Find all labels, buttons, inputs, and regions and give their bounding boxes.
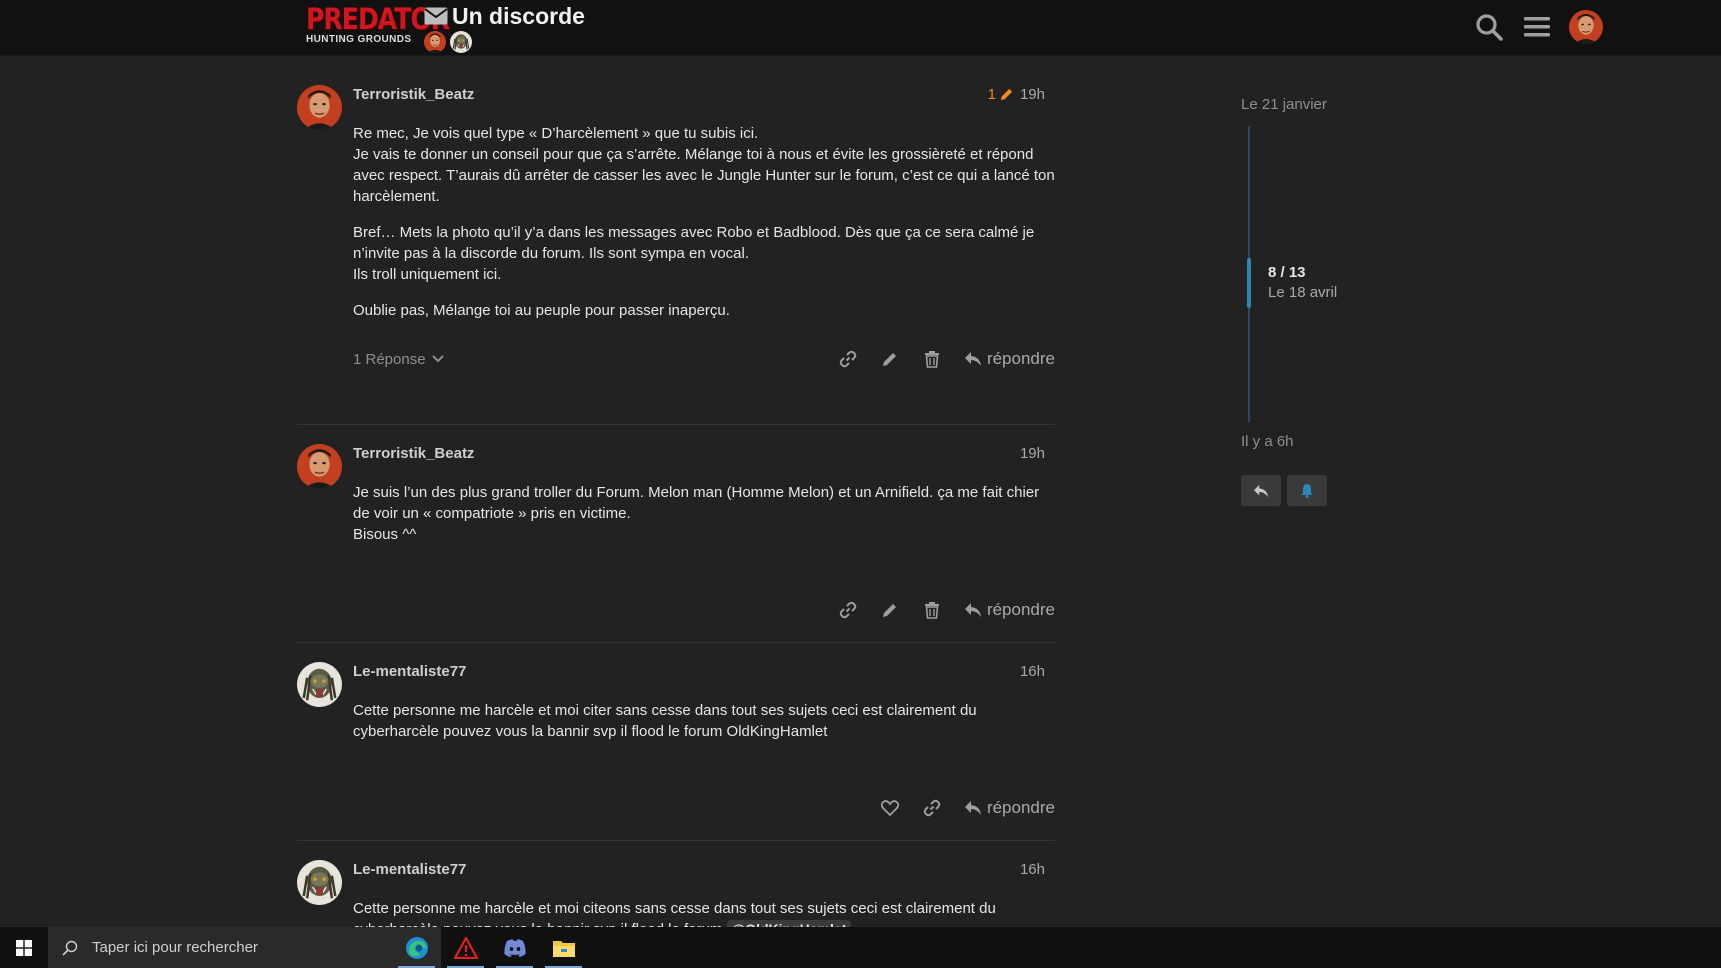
timeline-position: 8 / 13 Le 18 avril [1268, 264, 1337, 301]
windows-start-button[interactable] [0, 927, 48, 968]
post-username[interactable]: Terroristik_Beatz [353, 86, 474, 103]
post-paragraph: Je suis l’un des plus grand troller du F… [353, 484, 1040, 543]
bell-icon [1300, 483, 1314, 498]
post-actions: répondre [353, 595, 1055, 625]
reply-label: répondre [986, 600, 1055, 619]
topic-timeline: Le 21 janvier 8 / 13 Le 18 avril Il y a … [1241, 96, 1441, 506]
reply-icon [964, 800, 982, 816]
post-username[interactable]: Terroristik_Beatz [353, 445, 474, 462]
heart-icon[interactable] [880, 798, 900, 818]
avatar[interactable] [450, 31, 472, 53]
pencil-icon[interactable] [880, 600, 900, 620]
logo-main-text: PREDATOR [306, 2, 450, 36]
topic-header: Un discorde [424, 3, 585, 53]
discord-icon[interactable] [490, 927, 539, 968]
search-icon [62, 940, 78, 956]
topic-title[interactable]: Un discorde [452, 3, 585, 29]
reply-icon [1253, 484, 1269, 498]
search-icon[interactable] [1473, 11, 1505, 43]
post-stream: Terroristik_Beatz 1 19h Re mec, Je vois … [297, 66, 1055, 941]
reply-button[interactable]: répondre [964, 798, 1055, 818]
post-content: Re mec, Je vois quel type « D’harcèlemen… [353, 123, 1055, 344]
pencil-icon [999, 87, 1014, 102]
file-explorer-icon[interactable] [539, 927, 588, 968]
reply-icon [964, 351, 982, 367]
taskbar-search-box[interactable]: Taper ici pour rechercher [48, 927, 392, 968]
avatar[interactable] [424, 31, 446, 53]
timeline-post-counter: 8 / 13 [1268, 264, 1306, 281]
avatar[interactable] [297, 860, 342, 905]
post: Terroristik_Beatz 1 19h Re mec, Je vois … [297, 66, 1055, 425]
trash-icon[interactable] [922, 349, 942, 369]
post-date[interactable]: 19h [1020, 86, 1045, 103]
post-paragraph: Bref… Mets la photo qu’il y’a dans les m… [353, 224, 1035, 283]
timeline-controls [1241, 475, 1327, 506]
avatar[interactable] [297, 662, 342, 707]
post-content: Je suis l’un des plus grand troller du F… [353, 482, 1055, 595]
post-paragraph: Cette personne me harcèle et moi citer s… [353, 702, 977, 740]
taskbar-search-placeholder: Taper ici pour rechercher [92, 939, 258, 956]
post: Le-mentaliste77 16h Cette personne me ha… [297, 643, 1055, 841]
reply-button[interactable]: répondre [964, 600, 1055, 620]
post: Le-mentaliste77 16h Cette personne me ha… [297, 841, 1055, 941]
post-paragraph: Oublie pas, Mélange toi au peuple pour p… [353, 302, 730, 319]
post: Terroristik_Beatz 19h Je suis l’un des p… [297, 425, 1055, 643]
site-logo[interactable]: PREDATOR HUNTING GROUNDS [306, 2, 450, 50]
hamburger-menu-icon[interactable] [1521, 11, 1553, 43]
post-username[interactable]: Le-mentaliste77 [353, 861, 466, 878]
participant-avatars [424, 31, 585, 53]
post-actions: 1 Réponse répondre [353, 344, 1055, 374]
reply-topic-button[interactable] [1241, 475, 1281, 506]
timeline-start-date[interactable]: Le 21 janvier [1241, 96, 1441, 113]
pencil-icon[interactable] [880, 349, 900, 369]
edit-count: 1 [987, 85, 996, 103]
post-actions: répondre [353, 793, 1055, 823]
timeline-end-date[interactable]: Il y a 6h [1241, 433, 1294, 450]
post-date[interactable]: 19h [1020, 445, 1045, 462]
link-icon[interactable] [922, 798, 942, 818]
current-user-avatar[interactable] [1569, 10, 1603, 44]
avatar[interactable] [297, 444, 342, 489]
post-date[interactable]: 16h [1020, 663, 1045, 680]
windows-taskbar: Taper ici pour rechercher [0, 927, 1721, 968]
replies-label: 1 Réponse [353, 350, 426, 368]
link-icon[interactable] [838, 600, 858, 620]
header-icons [1473, 10, 1603, 44]
post-username[interactable]: Le-mentaliste77 [353, 663, 466, 680]
edit-history-button[interactable]: 1 [988, 86, 1014, 103]
timeline-scroll-handle[interactable] [1247, 258, 1251, 308]
trash-icon[interactable] [922, 600, 942, 620]
link-icon[interactable] [838, 349, 858, 369]
timeline-position-date: Le 18 avril [1268, 284, 1338, 301]
edge-icon[interactable] [392, 927, 441, 968]
site-header: PREDATOR HUNTING GROUNDS Un discorde [0, 0, 1721, 56]
post-date[interactable]: 16h [1020, 861, 1045, 878]
reply-label: répondre [986, 798, 1055, 817]
app-warning-icon[interactable] [441, 927, 490, 968]
show-replies-button[interactable]: 1 Réponse [353, 351, 444, 368]
avatar[interactable] [297, 85, 342, 130]
reply-label: répondre [986, 349, 1055, 368]
post-content: Cette personne me harcèle et moi citer s… [353, 700, 1055, 793]
envelope-icon [424, 7, 448, 25]
notification-bell-button[interactable] [1287, 475, 1327, 506]
post-paragraph: Re mec, Je vois quel type « D’harcèlemen… [353, 125, 1055, 205]
chevron-down-icon [431, 355, 444, 363]
reply-button[interactable]: répondre [964, 349, 1055, 369]
reply-icon [964, 602, 982, 618]
